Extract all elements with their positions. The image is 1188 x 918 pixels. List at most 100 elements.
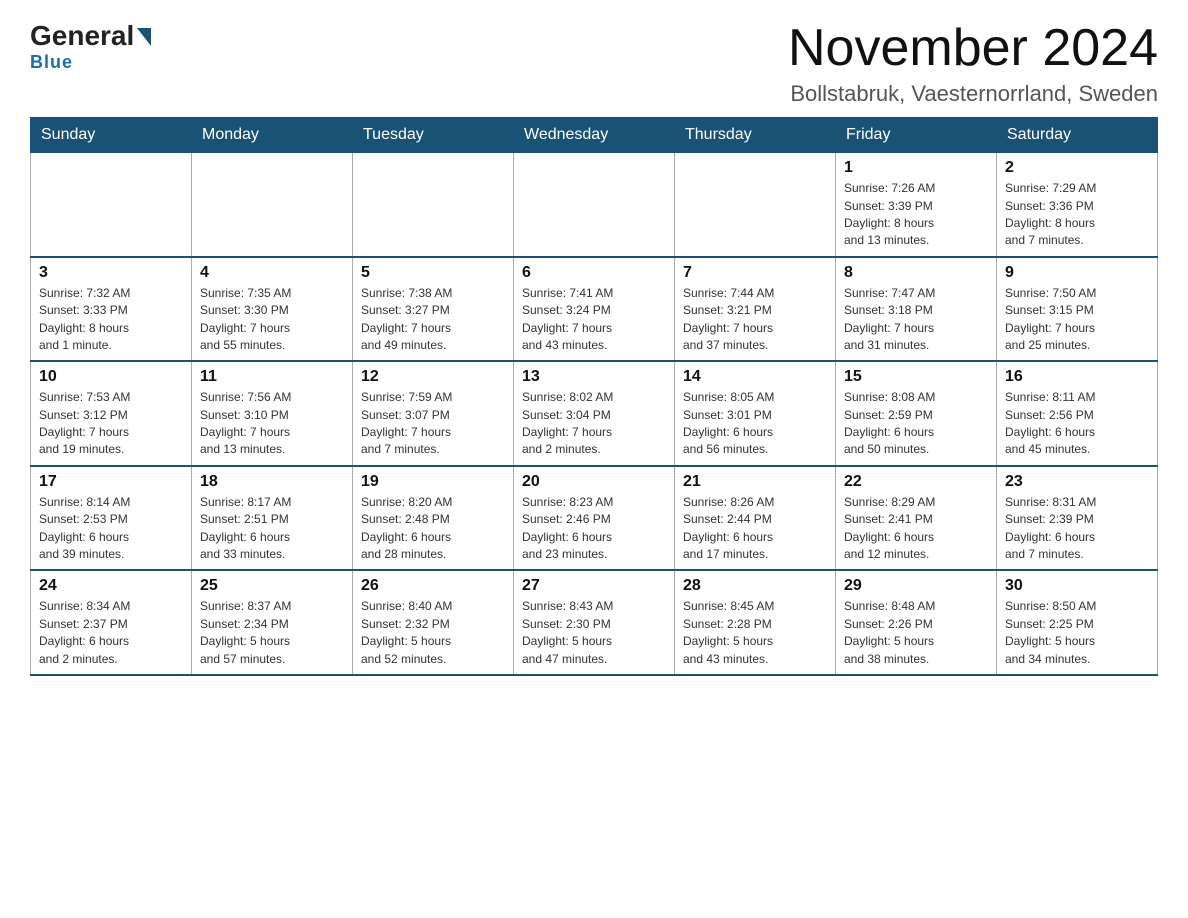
calendar-day-cell	[675, 153, 836, 257]
day-info: Sunrise: 8:14 AM Sunset: 2:53 PM Dayligh…	[39, 494, 183, 564]
col-sunday: Sunday	[31, 118, 192, 153]
subtitle: Bollstabruk, Vaesternorrland, Sweden	[788, 81, 1158, 107]
day-number: 18	[200, 473, 344, 491]
logo-general-text: General	[30, 20, 134, 52]
calendar-day-cell: 12Sunrise: 7:59 AM Sunset: 3:07 PM Dayli…	[353, 361, 514, 466]
day-number: 16	[1005, 368, 1149, 386]
day-info: Sunrise: 7:50 AM Sunset: 3:15 PM Dayligh…	[1005, 285, 1149, 355]
logo-arrow-icon	[137, 28, 151, 46]
calendar-day-cell	[192, 153, 353, 257]
page-header: General Blue November 2024 Bollstabruk, …	[30, 20, 1158, 107]
day-number: 15	[844, 368, 988, 386]
day-info: Sunrise: 7:32 AM Sunset: 3:33 PM Dayligh…	[39, 285, 183, 355]
day-info: Sunrise: 8:45 AM Sunset: 2:28 PM Dayligh…	[683, 598, 827, 668]
day-number: 25	[200, 577, 344, 595]
calendar-day-cell: 28 Sunrise: 8:45 AM Sunset: 2:28 PM Dayli…	[675, 570, 836, 675]
day-info: Sunrise: 8:43 AM Sunset: 2:30 PM Dayligh…	[522, 598, 666, 668]
calendar-day-cell: 16 Sunrise: 8:11 AM Sunset: 2:56 PM Dayli…	[997, 361, 1158, 466]
calendar-day-cell: 20 Sunrise: 8:23 AM Sunset: 2:46 PM Dayli…	[514, 466, 675, 571]
day-number: 14	[683, 368, 827, 386]
calendar-week-row: 17 Sunrise: 8:14 AM Sunset: 2:53 PM Dayli…	[31, 466, 1158, 571]
main-title: November 2024	[788, 20, 1158, 77]
day-number: 10	[39, 368, 183, 386]
day-info: Sunrise: 8:26 AM Sunset: 2:44 PM Dayligh…	[683, 494, 827, 564]
day-info: Sunrise: 7:41 AM Sunset: 3:24 PM Dayligh…	[522, 285, 666, 355]
col-friday: Friday	[836, 118, 997, 153]
calendar-day-cell: 9Sunrise: 7:50 AM Sunset: 3:15 PM Daylig…	[997, 257, 1158, 362]
calendar-day-cell: 3 Sunrise: 7:32 AM Sunset: 3:33 PM Daylig…	[31, 257, 192, 362]
calendar-day-cell: 13Sunrise: 8:02 AM Sunset: 3:04 PM Dayli…	[514, 361, 675, 466]
day-info: Sunrise: 8:23 AM Sunset: 2:46 PM Dayligh…	[522, 494, 666, 564]
day-info: Sunrise: 8:37 AM Sunset: 2:34 PM Dayligh…	[200, 598, 344, 668]
day-number: 5	[361, 264, 505, 282]
calendar-day-cell: 29 Sunrise: 8:48 AM Sunset: 2:26 PM Dayli…	[836, 570, 997, 675]
calendar-day-cell: 2Sunrise: 7:29 AM Sunset: 3:36 PM Daylig…	[997, 153, 1158, 257]
day-number: 26	[361, 577, 505, 595]
title-block: November 2024 Bollstabruk, Vaesternorrla…	[788, 20, 1158, 107]
calendar-day-cell: 25 Sunrise: 8:37 AM Sunset: 2:34 PM Dayli…	[192, 570, 353, 675]
col-monday: Monday	[192, 118, 353, 153]
col-thursday: Thursday	[675, 118, 836, 153]
calendar-day-cell: 6 Sunrise: 7:41 AM Sunset: 3:24 PM Daylig…	[514, 257, 675, 362]
day-info: Sunrise: 7:26 AM Sunset: 3:39 PM Dayligh…	[844, 180, 988, 250]
day-number: 30	[1005, 577, 1149, 595]
day-info: Sunrise: 7:35 AM Sunset: 3:30 PM Dayligh…	[200, 285, 344, 355]
calendar-day-cell: 18 Sunrise: 8:17 AM Sunset: 2:51 PM Dayli…	[192, 466, 353, 571]
day-info: Sunrise: 8:17 AM Sunset: 2:51 PM Dayligh…	[200, 494, 344, 564]
calendar-day-cell: 5 Sunrise: 7:38 AM Sunset: 3:27 PM Daylig…	[353, 257, 514, 362]
day-number: 24	[39, 577, 183, 595]
day-number: 8	[844, 264, 988, 282]
day-info: Sunrise: 8:11 AM Sunset: 2:56 PM Dayligh…	[1005, 389, 1149, 459]
day-number: 22	[844, 473, 988, 491]
day-number: 12	[361, 368, 505, 386]
day-info: Sunrise: 8:50 AM Sunset: 2:25 PM Dayligh…	[1005, 598, 1149, 668]
calendar-day-cell: 11 Sunrise: 7:56 AM Sunset: 3:10 PM Dayli…	[192, 361, 353, 466]
calendar-day-cell: 30 Sunrise: 8:50 AM Sunset: 2:25 PM Dayli…	[997, 570, 1158, 675]
logo-blue-text: Blue	[30, 52, 73, 72]
day-info: Sunrise: 7:44 AM Sunset: 3:21 PM Dayligh…	[683, 285, 827, 355]
day-number: 1	[844, 159, 988, 177]
calendar-day-cell: 15 Sunrise: 8:08 AM Sunset: 2:59 PM Dayli…	[836, 361, 997, 466]
day-info: Sunrise: 7:56 AM Sunset: 3:10 PM Dayligh…	[200, 389, 344, 459]
day-info: Sunrise: 8:40 AM Sunset: 2:32 PM Dayligh…	[361, 598, 505, 668]
day-number: 17	[39, 473, 183, 491]
day-info: Sunrise: 8:34 AM Sunset: 2:37 PM Dayligh…	[39, 598, 183, 668]
day-number: 29	[844, 577, 988, 595]
day-info: Sunrise: 8:08 AM Sunset: 2:59 PM Dayligh…	[844, 389, 988, 459]
logo: General Blue	[30, 20, 151, 73]
calendar-day-cell: 17 Sunrise: 8:14 AM Sunset: 2:53 PM Dayli…	[31, 466, 192, 571]
col-saturday: Saturday	[997, 118, 1158, 153]
calendar-day-cell: 7 Sunrise: 7:44 AM Sunset: 3:21 PM Daylig…	[675, 257, 836, 362]
calendar-day-cell: 24 Sunrise: 8:34 AM Sunset: 2:37 PM Dayli…	[31, 570, 192, 675]
day-number: 4	[200, 264, 344, 282]
day-number: 3	[39, 264, 183, 282]
day-info: Sunrise: 7:38 AM Sunset: 3:27 PM Dayligh…	[361, 285, 505, 355]
day-info: Sunrise: 7:47 AM Sunset: 3:18 PM Dayligh…	[844, 285, 988, 355]
day-number: 20	[522, 473, 666, 491]
day-info: Sunrise: 8:31 AM Sunset: 2:39 PM Dayligh…	[1005, 494, 1149, 564]
calendar-day-cell	[353, 153, 514, 257]
calendar-day-cell	[514, 153, 675, 257]
col-tuesday: Tuesday	[353, 118, 514, 153]
calendar-week-row: 1 Sunrise: 7:26 AM Sunset: 3:39 PM Daylig…	[31, 153, 1158, 257]
calendar-week-row: 24 Sunrise: 8:34 AM Sunset: 2:37 PM Dayli…	[31, 570, 1158, 675]
col-wednesday: Wednesday	[514, 118, 675, 153]
calendar-day-cell: 22Sunrise: 8:29 AM Sunset: 2:41 PM Dayli…	[836, 466, 997, 571]
calendar-day-cell: 27 Sunrise: 8:43 AM Sunset: 2:30 PM Dayli…	[514, 570, 675, 675]
calendar-table: Sunday Monday Tuesday Wednesday Thursday…	[30, 117, 1158, 676]
day-number: 28	[683, 577, 827, 595]
calendar-day-cell: 14 Sunrise: 8:05 AM Sunset: 3:01 PM Dayli…	[675, 361, 836, 466]
calendar-week-row: 10Sunrise: 7:53 AM Sunset: 3:12 PM Dayli…	[31, 361, 1158, 466]
day-number: 27	[522, 577, 666, 595]
calendar-day-cell: 21 Sunrise: 8:26 AM Sunset: 2:44 PM Dayli…	[675, 466, 836, 571]
day-info: Sunrise: 8:05 AM Sunset: 3:01 PM Dayligh…	[683, 389, 827, 459]
calendar-header-row: Sunday Monday Tuesday Wednesday Thursday…	[31, 118, 1158, 153]
day-info: Sunrise: 8:48 AM Sunset: 2:26 PM Dayligh…	[844, 598, 988, 668]
calendar-week-row: 3 Sunrise: 7:32 AM Sunset: 3:33 PM Daylig…	[31, 257, 1158, 362]
day-number: 7	[683, 264, 827, 282]
calendar-day-cell: 4 Sunrise: 7:35 AM Sunset: 3:30 PM Daylig…	[192, 257, 353, 362]
day-number: 6	[522, 264, 666, 282]
day-number: 11	[200, 368, 344, 386]
day-number: 21	[683, 473, 827, 491]
calendar-day-cell: 8 Sunrise: 7:47 AM Sunset: 3:18 PM Daylig…	[836, 257, 997, 362]
